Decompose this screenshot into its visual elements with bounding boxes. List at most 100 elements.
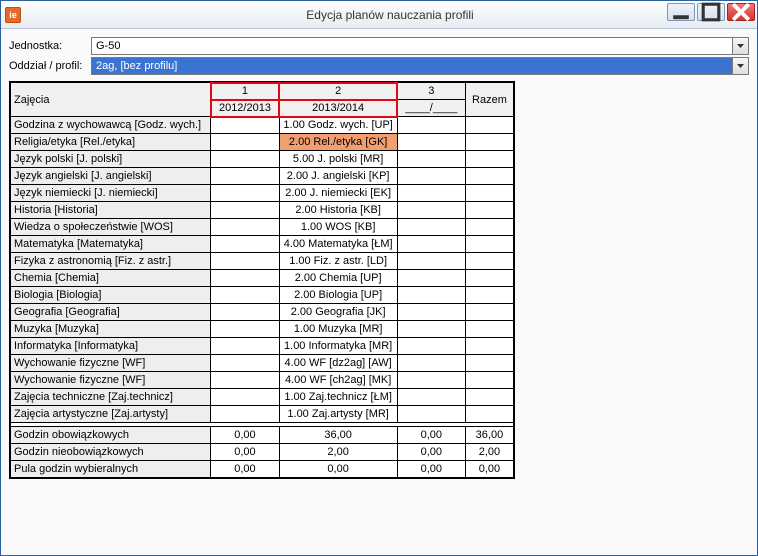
row-c1[interactable] bbox=[211, 270, 279, 287]
table-row[interactable]: Język angielski [J. angielski]2.00 J. an… bbox=[11, 168, 514, 185]
unit-combo-arrow[interactable] bbox=[732, 38, 748, 54]
table-row[interactable]: Informatyka [Informatyka]1.00 Informatyk… bbox=[11, 338, 514, 355]
row-c4[interactable] bbox=[465, 117, 513, 134]
header-col2-num[interactable]: 2 bbox=[279, 83, 397, 100]
row-c2[interactable]: 4.00 WF [dz2ag] [AW] bbox=[279, 355, 397, 372]
row-c4[interactable] bbox=[465, 151, 513, 168]
row-c3[interactable] bbox=[397, 270, 465, 287]
row-c4[interactable] bbox=[465, 270, 513, 287]
total-c3[interactable]: 0,00 bbox=[397, 427, 465, 444]
row-c4[interactable] bbox=[465, 236, 513, 253]
row-c4[interactable] bbox=[465, 389, 513, 406]
row-c2[interactable]: 1.00 Fiz. z astr. [LD] bbox=[279, 253, 397, 270]
total-label[interactable]: Godzin obowiązkowych bbox=[11, 427, 211, 444]
row-c3[interactable] bbox=[397, 151, 465, 168]
total-c3[interactable]: 0,00 bbox=[397, 461, 465, 478]
table-row[interactable]: Muzyka [Muzyka]1.00 Muzyka [MR] bbox=[11, 321, 514, 338]
minimize-button[interactable] bbox=[667, 3, 695, 21]
row-label[interactable]: Zajęcia techniczne [Zaj.technicz] bbox=[11, 389, 211, 406]
row-c3[interactable] bbox=[397, 321, 465, 338]
profile-combo[interactable]: 2ag, [bez profilu] bbox=[91, 57, 749, 75]
row-c3[interactable] bbox=[397, 253, 465, 270]
row-label[interactable]: Zajęcia artystyczne [Zaj.artysty] bbox=[11, 406, 211, 423]
row-c1[interactable] bbox=[211, 389, 279, 406]
row-c4[interactable] bbox=[465, 202, 513, 219]
maximize-button[interactable] bbox=[697, 3, 725, 21]
row-c2[interactable]: 1.00 Informatyka [MR] bbox=[279, 338, 397, 355]
row-c1[interactable] bbox=[211, 151, 279, 168]
header-col3-num[interactable]: 3 bbox=[397, 83, 465, 100]
table-row[interactable]: Geografia [Geografia]2.00 Geografia [JK] bbox=[11, 304, 514, 321]
table-row[interactable]: Matematyka [Matematyka]4.00 Matematyka [… bbox=[11, 236, 514, 253]
totals-row[interactable]: Godzin obowiązkowych0,0036,000,0036,00 bbox=[11, 427, 514, 444]
total-c2[interactable]: 36,00 bbox=[279, 427, 397, 444]
row-c4[interactable] bbox=[465, 134, 513, 151]
row-label[interactable]: Język angielski [J. angielski] bbox=[11, 168, 211, 185]
table-row[interactable]: Język polski [J. polski] 5.00 J. polski [… bbox=[11, 151, 514, 168]
row-c4[interactable] bbox=[465, 304, 513, 321]
row-label[interactable]: Godzina z wychowawcą [Godz. wych.] bbox=[11, 117, 211, 134]
row-c1[interactable] bbox=[211, 202, 279, 219]
row-c1[interactable] bbox=[211, 236, 279, 253]
close-button[interactable] bbox=[727, 3, 755, 21]
row-c3[interactable] bbox=[397, 287, 465, 304]
row-label[interactable]: Wiedza o społeczeństwie [WOS] bbox=[11, 219, 211, 236]
row-c1[interactable] bbox=[211, 338, 279, 355]
row-c1[interactable] bbox=[211, 219, 279, 236]
row-c2[interactable]: 4.00 WF [ch2ag] [MK] bbox=[279, 372, 397, 389]
row-label[interactable]: Wychowanie fizyczne [WF] bbox=[11, 372, 211, 389]
row-label[interactable]: Geografia [Geografia] bbox=[11, 304, 211, 321]
row-c3[interactable] bbox=[397, 168, 465, 185]
table-row[interactable]: Zajęcia techniczne [Zaj.technicz] 1.00 Za… bbox=[11, 389, 514, 406]
row-label[interactable]: Historia [Historia] bbox=[11, 202, 211, 219]
row-c1[interactable] bbox=[211, 372, 279, 389]
row-c2[interactable]: 1.00 WOS [KB] bbox=[279, 219, 397, 236]
total-c1[interactable]: 0,00 bbox=[211, 427, 279, 444]
row-c2[interactable]: 1.00 Zaj.artysty [MR] bbox=[279, 406, 397, 423]
row-label[interactable]: Chemia [Chemia] bbox=[11, 270, 211, 287]
table-row[interactable]: Religia/etyka [Rel./etyka]2.00 Rel./etyk… bbox=[11, 134, 514, 151]
row-label[interactable]: Biologia [Biologia] bbox=[11, 287, 211, 304]
schedule-table[interactable]: Zajęcia 1 2 3 Razem 2012/2013 2013/2014 … bbox=[10, 82, 514, 478]
totals-row[interactable]: Godzin nieobowiązkowych0,002,000,002,00 bbox=[11, 444, 514, 461]
table-row[interactable]: Język niemiecki [J. niemiecki]2.00 J. ni… bbox=[11, 185, 514, 202]
row-c2[interactable]: 2.00 Biologia [UP] bbox=[279, 287, 397, 304]
row-c2[interactable]: 4.00 Matematyka [ŁM] bbox=[279, 236, 397, 253]
total-c1[interactable]: 0,00 bbox=[211, 444, 279, 461]
row-c2[interactable]: 1.00 Zaj.technicz [ŁM] bbox=[279, 389, 397, 406]
row-c3[interactable] bbox=[397, 236, 465, 253]
row-c4[interactable] bbox=[465, 287, 513, 304]
table-row[interactable]: Chemia [Chemia] 2.00 Chemia [UP] bbox=[11, 270, 514, 287]
row-c1[interactable] bbox=[211, 134, 279, 151]
table-row[interactable]: Zajęcia artystyczne [Zaj.artysty] 1.00 Za… bbox=[11, 406, 514, 423]
table-row[interactable]: Godzina z wychowawcą [Godz. wych.]1.00 G… bbox=[11, 117, 514, 134]
row-c3[interactable] bbox=[397, 134, 465, 151]
row-c2[interactable]: 2.00 Historia [KB] bbox=[279, 202, 397, 219]
header-col3-year[interactable]: ____/____ bbox=[397, 100, 465, 117]
table-row[interactable]: Biologia [Biologia] 2.00 Biologia [UP] bbox=[11, 287, 514, 304]
row-c3[interactable] bbox=[397, 219, 465, 236]
row-c4[interactable] bbox=[465, 321, 513, 338]
row-c3[interactable] bbox=[397, 185, 465, 202]
table-row[interactable]: Wychowanie fizyczne [WF]4.00 WF [dz2ag] … bbox=[11, 355, 514, 372]
row-c3[interactable] bbox=[397, 355, 465, 372]
total-c4[interactable]: 36,00 bbox=[465, 427, 513, 444]
row-c1[interactable] bbox=[211, 355, 279, 372]
total-c4[interactable]: 0,00 bbox=[465, 461, 513, 478]
unit-combo[interactable]: G-50 bbox=[91, 37, 749, 55]
row-c2[interactable]: 2.00 Rel./etyka [GK] bbox=[279, 134, 397, 151]
total-c2[interactable]: 2,00 bbox=[279, 444, 397, 461]
profile-combo-arrow[interactable] bbox=[732, 58, 748, 74]
row-c3[interactable] bbox=[397, 406, 465, 423]
row-c2[interactable]: 2.00 Chemia [UP] bbox=[279, 270, 397, 287]
row-c1[interactable] bbox=[211, 185, 279, 202]
row-c2[interactable]: 5.00 J. polski [MR] bbox=[279, 151, 397, 168]
header-col1-num[interactable]: 1 bbox=[211, 83, 279, 100]
row-c4[interactable] bbox=[465, 168, 513, 185]
row-c4[interactable] bbox=[465, 372, 513, 389]
row-c4[interactable] bbox=[465, 253, 513, 270]
titlebar[interactable]: ie Edycja planów nauczania profili bbox=[1, 1, 757, 29]
row-c1[interactable] bbox=[211, 304, 279, 321]
header-total[interactable]: Razem bbox=[465, 83, 513, 117]
row-label[interactable]: Język polski [J. polski] bbox=[11, 151, 211, 168]
